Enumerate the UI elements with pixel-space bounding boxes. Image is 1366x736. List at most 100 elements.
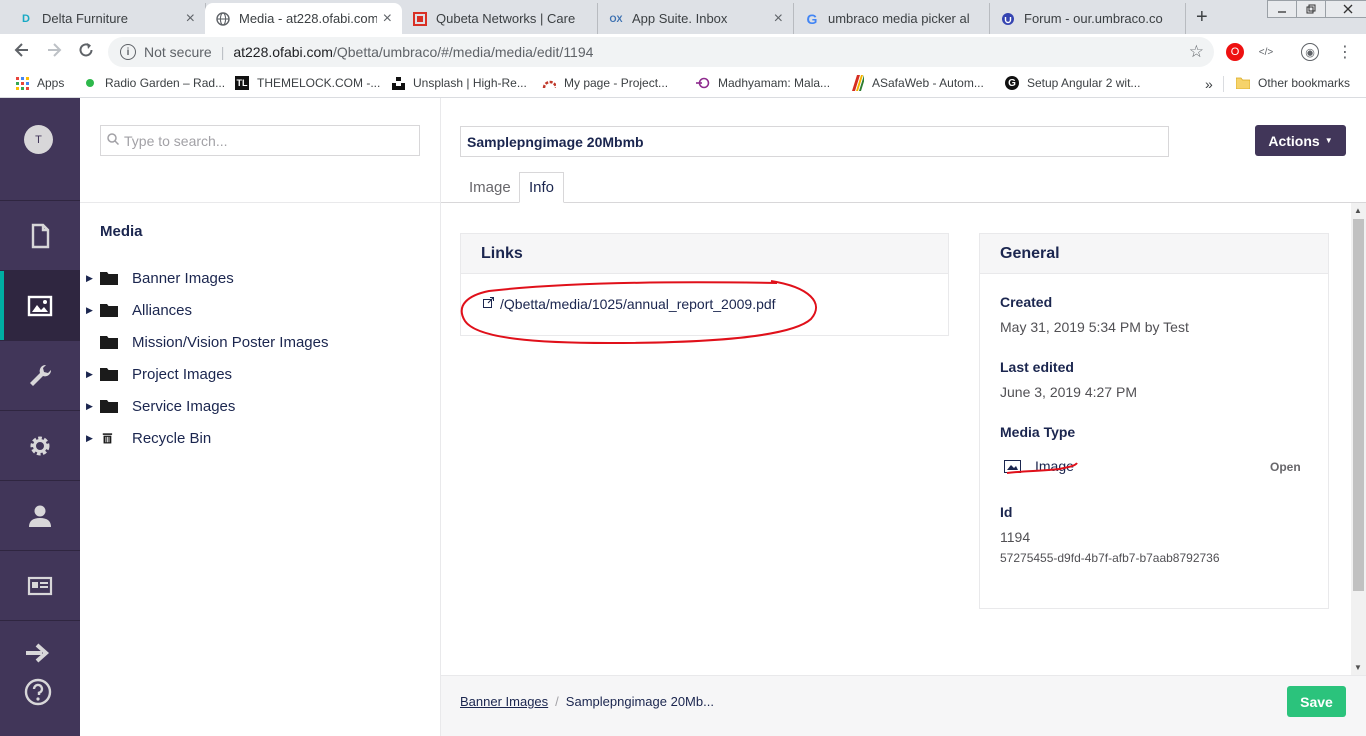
- code-extension-icon[interactable]: </>: [1257, 43, 1275, 61]
- open-media-type-link[interactable]: Open: [1270, 460, 1301, 474]
- bookmark-radio-garden[interactable]: Radio Garden – Rad...: [83, 76, 225, 90]
- media-type-value[interactable]: Image: [1035, 458, 1074, 474]
- breadcrumb-root[interactable]: Banner Images: [460, 694, 548, 709]
- new-tab-button[interactable]: +: [1196, 6, 1208, 29]
- general-panel: General Created May 31, 2019 5:34 PM by …: [979, 233, 1329, 609]
- asafaweb-icon: [850, 75, 864, 91]
- radio-garden-icon: [83, 76, 97, 90]
- project-arc-icon: [542, 76, 556, 90]
- tab-info[interactable]: Info: [519, 172, 565, 203]
- browser-tab-ox[interactable]: OX App Suite. Inbox ×: [598, 3, 794, 34]
- tree-item-banner-images[interactable]: ▶ Banner Images: [80, 262, 440, 294]
- tree-item-service-images[interactable]: ▶ Service Images: [80, 390, 440, 422]
- info-icon[interactable]: i: [120, 44, 136, 60]
- expand-caret-icon[interactable]: ▶: [86, 433, 93, 444]
- chrome-menu-icon[interactable]: ⋮: [1336, 43, 1354, 61]
- tab-title: Media - at228.ofabi.com: [239, 11, 377, 26]
- section-content[interactable]: [0, 200, 80, 270]
- tree-root-title[interactable]: Media: [100, 223, 143, 240]
- section-settings[interactable]: [0, 340, 80, 410]
- tree-item-recycle-bin[interactable]: ▶ Recycle Bin: [80, 422, 440, 454]
- themelock-icon: TL: [235, 76, 249, 90]
- tree-item-alliances[interactable]: ▶ Alliances: [80, 294, 440, 326]
- bookmark-label: Other bookmarks: [1258, 76, 1351, 90]
- document-icon: [31, 223, 50, 248]
- media-name-input[interactable]: Samplepngimage 20Mbmb: [460, 126, 1169, 157]
- scroll-up-icon[interactable]: ▲: [1354, 206, 1362, 215]
- browser-tab-qubeta[interactable]: Qubeta Networks | Care: [402, 3, 598, 34]
- close-tab-icon[interactable]: ×: [774, 10, 783, 28]
- media-editor: Samplepngimage 20Mbmb Actions ▼ Image In…: [441, 98, 1366, 736]
- browser-tab-forum[interactable]: Forum - our.umbraco.co: [990, 3, 1186, 34]
- scroll-down-icon[interactable]: ▼: [1354, 663, 1362, 672]
- scroll-thumb[interactable]: [1353, 219, 1364, 591]
- arrow-right-icon[interactable]: [24, 641, 52, 670]
- browser-tab-media[interactable]: Media - at228.ofabi.com ×: [205, 3, 402, 34]
- url-path: /Qbetta/umbraco/#/media/media/edit/1194: [332, 44, 594, 60]
- address-bar[interactable]: i Not secure | at228.ofabi.com /Qbetta/u…: [108, 37, 1214, 67]
- editor-content: Links /Qbetta/media/1025/annual_report_2…: [441, 203, 1351, 675]
- bookmark-angular[interactable]: G Setup Angular 2 wit...: [1005, 76, 1140, 90]
- guid-value: 57275455-d9fd-4b7f-afb7-b7aab8792736: [1000, 551, 1220, 565]
- tree-item-project-images[interactable]: ▶ Project Images: [80, 358, 440, 390]
- umbraco-icon: [1000, 11, 1016, 27]
- editor-scrollbar[interactable]: ▲ ▼: [1351, 203, 1366, 675]
- soccer-extension-icon[interactable]: ◉: [1301, 43, 1319, 61]
- bookmark-star-icon[interactable]: ☆: [1189, 42, 1204, 62]
- bookmark-madhyamam[interactable]: Madhyamam: Mala...: [696, 76, 830, 90]
- actions-button[interactable]: Actions ▼: [1255, 125, 1346, 156]
- section-developer[interactable]: [0, 410, 80, 480]
- tree-divider: [80, 202, 440, 203]
- tree-search-input[interactable]: Type to search...: [100, 125, 420, 156]
- more-bookmarks-button[interactable]: »: [1205, 76, 1213, 92]
- other-bookmarks-folder[interactable]: Other bookmarks: [1236, 76, 1350, 90]
- tab-title: Qubeta Networks | Care: [436, 11, 576, 26]
- restore-button[interactable]: [1296, 0, 1326, 18]
- opera-extension-icon[interactable]: O: [1226, 43, 1244, 61]
- breadcrumb-separator: /: [555, 694, 559, 709]
- expand-caret-icon[interactable]: ▶: [86, 273, 93, 284]
- expand-caret-icon[interactable]: ▶: [86, 401, 93, 412]
- breadcrumb-current: Samplepngimage 20Mb...: [565, 694, 714, 709]
- tree-item-label: Alliances: [132, 301, 193, 319]
- browser-tab-google[interactable]: G umbraco media picker al: [794, 3, 990, 34]
- back-button[interactable]: [13, 41, 31, 64]
- tree-item-mission-vision[interactable]: Mission/Vision Poster Images: [80, 326, 440, 358]
- section-members[interactable]: [0, 550, 80, 620]
- window-close-button[interactable]: [1325, 0, 1366, 18]
- close-tab-icon[interactable]: ×: [383, 10, 392, 28]
- browser-tab-delta[interactable]: D Delta Furniture ×: [8, 3, 206, 34]
- section-users[interactable]: [0, 480, 80, 550]
- unsplash-icon: [391, 76, 405, 90]
- tab-image[interactable]: Image: [460, 172, 520, 203]
- save-button[interactable]: Save: [1287, 686, 1346, 717]
- section-media[interactable]: [0, 270, 80, 340]
- links-title: Links: [461, 234, 948, 274]
- bookmark-unsplash[interactable]: Unsplash | High-Re...: [391, 76, 527, 90]
- created-value: May 31, 2019 5:34 PM by Test: [1000, 319, 1189, 335]
- browser-tab-strip: D Delta Furniture × Media - at228.ofabi.…: [0, 0, 1366, 34]
- reload-button[interactable]: [77, 41, 95, 64]
- forward-button[interactable]: [45, 41, 63, 64]
- bookmark-my-page[interactable]: My page - Project...: [542, 76, 668, 90]
- bookmark-label: Setup Angular 2 wit...: [1027, 76, 1141, 90]
- user-avatar[interactable]: T: [24, 125, 53, 154]
- id-value: 1194: [1000, 529, 1031, 545]
- media-link[interactable]: /Qbetta/media/1025/annual_report_2009.pd…: [483, 296, 776, 312]
- expand-caret-icon[interactable]: ▶: [86, 305, 93, 316]
- tab-title: Forum - our.umbraco.co: [1024, 11, 1163, 26]
- search-placeholder: Type to search...: [124, 132, 228, 149]
- close-tab-icon[interactable]: ×: [186, 10, 195, 28]
- tab-title: Delta Furniture: [42, 11, 128, 26]
- minimize-button[interactable]: [1267, 0, 1297, 18]
- gear-icon: [30, 436, 50, 455]
- expand-caret-icon[interactable]: ▶: [86, 369, 93, 380]
- folder-icon: [100, 304, 118, 317]
- id-label: Id: [1000, 504, 1013, 520]
- help-icon[interactable]: [24, 678, 52, 711]
- created-label: Created: [1000, 294, 1053, 310]
- tab-title: umbraco media picker al: [828, 11, 970, 26]
- bookmark-apps[interactable]: Apps: [15, 76, 64, 90]
- bookmark-themelock[interactable]: TL THEMELOCK.COM -...: [235, 76, 380, 90]
- bookmark-asafaweb[interactable]: ASafaWeb - Autom...: [850, 75, 984, 91]
